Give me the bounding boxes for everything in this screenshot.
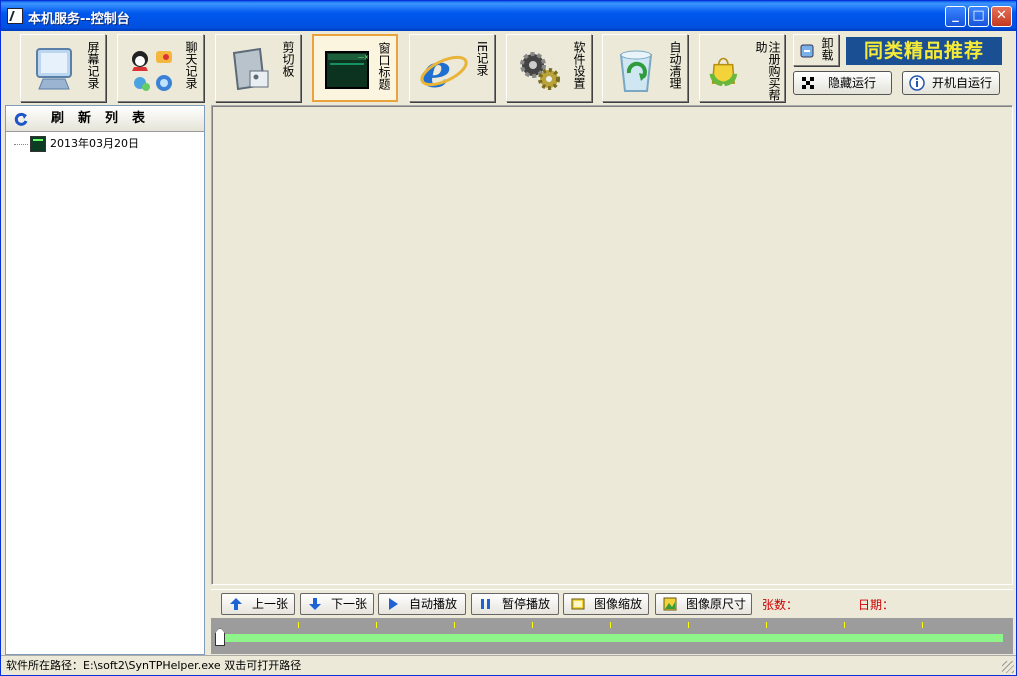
auto-clean-button[interactable]: 自动清理	[602, 34, 688, 102]
tree-connector	[14, 144, 28, 145]
pause-button[interactable]: 暂停播放	[471, 593, 559, 615]
ie-record-label: IE记录	[475, 41, 489, 77]
auto-clean-label: 自动清理	[668, 41, 682, 89]
autoplay-button[interactable]: 自动播放	[378, 593, 466, 615]
zoom-image-icon	[571, 598, 585, 610]
slider-tick	[766, 622, 767, 628]
slider-tick	[298, 622, 299, 628]
pause-label: 暂停播放	[502, 597, 551, 611]
minimize-button[interactable]: _	[945, 6, 966, 27]
slider-tick	[454, 622, 455, 628]
main-window: 本机服务--控制台 _ □ ✕ 屏幕记录 聊天记录 剪切板 —× 窗口标题 e …	[0, 0, 1017, 676]
date-label: 日期：	[858, 598, 895, 612]
promo-banner[interactable]: 同类精品推荐	[846, 37, 1002, 65]
prev-button[interactable]: 上一张	[221, 593, 295, 615]
screen-record-label: 屏幕记录	[86, 41, 100, 89]
hide-run-label: 隐藏运行	[828, 76, 877, 90]
image-viewer-area[interactable]	[211, 105, 1013, 585]
register-help-label: 注册购买帮助	[754, 41, 781, 101]
path-text: 软件所在路径：E:\soft2\SynTPHelper.exe 双击可打开路径	[6, 659, 302, 672]
autoplay-label: 自动播放	[409, 597, 458, 611]
resize-grip[interactable]	[1002, 661, 1014, 673]
autostart-label: 开机自运行	[932, 76, 993, 90]
arrow-down-icon	[309, 598, 321, 610]
window-title: 本机服务--控制台	[28, 12, 130, 27]
settings-button[interactable]: 软件设置	[506, 34, 592, 102]
chat-record-button[interactable]: 聊天记录	[117, 34, 204, 102]
next-label: 下一张	[331, 597, 368, 611]
slider-thumb[interactable]	[215, 628, 225, 646]
prev-label: 上一张	[252, 597, 289, 611]
chat-record-label: 聊天记录	[184, 41, 198, 89]
svg-text:—×: —×	[358, 54, 369, 61]
slider-track	[219, 634, 1003, 642]
toolbar: 屏幕记录 聊天记录 剪切板 —× 窗口标题 e IE记录 软件设置 自动清理 注…	[1, 31, 1016, 105]
zoom-image-button[interactable]: 图像缩放	[563, 593, 649, 615]
date-list-panel: 刷新列表 2013年03月20日	[5, 105, 205, 655]
image-icon	[663, 597, 677, 611]
ie-record-button[interactable]: e IE记录	[409, 34, 495, 102]
uninstall-label: 卸载	[820, 37, 834, 61]
window-title-label: 窗口标题	[377, 42, 391, 90]
arrow-up-icon	[230, 598, 242, 610]
ie-icon: e	[420, 45, 468, 95]
timeline-slider[interactable]	[211, 618, 1013, 654]
settings-label: 软件设置	[572, 41, 586, 89]
zoom-image-label: 图像缩放	[594, 597, 643, 611]
window-icon: —×	[325, 51, 369, 89]
chat-icons	[132, 51, 172, 91]
info-icon	[909, 75, 925, 91]
hide-run-button[interactable]: 隐藏运行	[793, 71, 892, 95]
tree-item-date[interactable]: 2013年03月20日	[14, 136, 139, 152]
original-size-label: 图像原尺寸	[686, 597, 747, 611]
playback-controls: 上一张 下一张 自动播放 暂停播放 图像缩放 图像原尺寸 张数： 日期：	[211, 589, 1013, 617]
original-size-button[interactable]: 图像原尺寸	[655, 593, 752, 615]
slider-tick	[688, 622, 689, 628]
recycle-icon	[619, 50, 653, 92]
checkered-flag-icon	[802, 77, 814, 89]
slider-tick	[922, 622, 923, 628]
slider-tick	[844, 622, 845, 628]
count-label: 张数：	[762, 598, 799, 612]
slider-tick	[376, 622, 377, 628]
slider-tick	[532, 622, 533, 628]
app-icon	[7, 8, 23, 24]
status-bar[interactable]: 软件所在路径：E:\soft2\SynTPHelper.exe 双击可打开路径	[1, 655, 1016, 675]
window-title-button[interactable]: —× 窗口标题	[312, 34, 398, 102]
shopping-bag-icon	[709, 57, 738, 87]
clipboard-icon	[232, 47, 269, 91]
play-icon	[389, 598, 398, 610]
monitor-icon	[36, 48, 72, 90]
gears-icon	[520, 52, 560, 90]
screen-record-button[interactable]: 屏幕记录	[20, 34, 106, 102]
uninstall-icon	[800, 44, 814, 58]
pause-icon	[481, 599, 490, 609]
close-button[interactable]: ✕	[991, 6, 1012, 27]
register-help-button[interactable]: 注册购买帮助	[699, 34, 785, 102]
autostart-button[interactable]: 开机自运行	[902, 71, 1000, 95]
refresh-list-label: 刷新列表	[50, 111, 159, 126]
slider-tick	[610, 622, 611, 628]
clipboard-label: 剪切板	[281, 41, 295, 77]
uninstall-button[interactable]: 卸载	[793, 34, 839, 66]
tree-item-label: 2013年03月20日	[50, 137, 139, 150]
maximize-button[interactable]: □	[968, 6, 989, 27]
next-button[interactable]: 下一张	[300, 593, 374, 615]
refresh-list-button[interactable]: 刷新列表	[6, 106, 204, 132]
refresh-icon	[14, 112, 28, 126]
title-bar[interactable]: 本机服务--控制台 _ □ ✕	[1, 1, 1016, 31]
folder-icon	[30, 136, 46, 152]
clipboard-button[interactable]: 剪切板	[215, 34, 301, 102]
